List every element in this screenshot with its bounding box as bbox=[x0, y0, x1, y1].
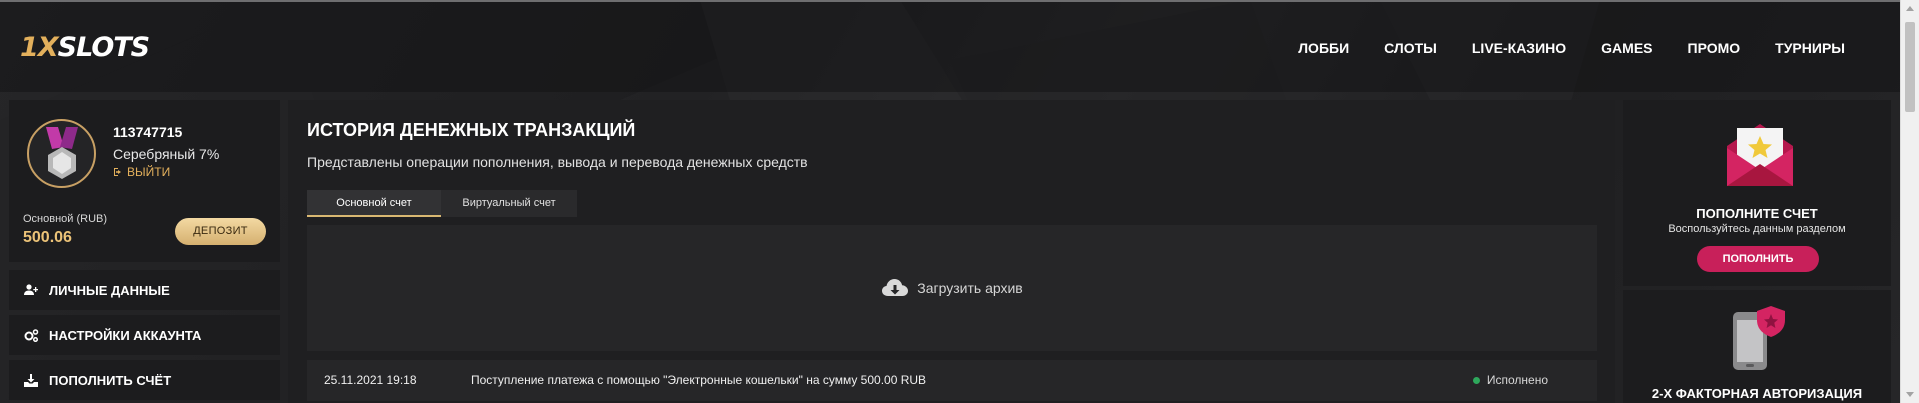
account-tabs: Основной счет Виртуальный счет bbox=[307, 190, 577, 217]
gears-icon bbox=[23, 328, 39, 342]
balance-label: Основной (RUB) bbox=[23, 213, 108, 225]
site-logo[interactable]: 1XSLOTS bbox=[20, 32, 151, 63]
page-title: ИСТОРИЯ ДЕНЕЖНЫХ ТРАНЗАКЦИЙ bbox=[307, 120, 636, 140]
avatar bbox=[27, 119, 96, 188]
logo-x: X bbox=[37, 32, 59, 63]
logo-slots: SLOTS bbox=[57, 32, 151, 63]
download-archive-button[interactable]: Загрузить архив bbox=[307, 225, 1597, 351]
nav-tournaments[interactable]: ТУРНИРЫ bbox=[1775, 40, 1845, 56]
account-sidebar: ЛИЧНЫЕ ДАННЫЕ НАСТРОЙКИ АККАУНТА ПОПОЛНИ… bbox=[9, 270, 280, 403]
user-plus-icon bbox=[23, 283, 39, 297]
phone-shield-icon bbox=[1733, 306, 1785, 370]
transaction-date: 25.11.2021 19:18 bbox=[324, 373, 417, 387]
scroll-down-arrow-icon[interactable] bbox=[1906, 392, 1914, 397]
logout-icon bbox=[114, 168, 121, 176]
deposit-button[interactable]: ДЕПОЗИТ bbox=[175, 218, 266, 245]
profile-card: 113747715 Серебряный 7% ВЫЙТИ Основной (… bbox=[9, 100, 280, 262]
sidebar-item-top-up[interactable]: ПОПОЛНИТЬ СЧЁТ bbox=[9, 360, 280, 400]
download-archive-label: Загрузить архив bbox=[917, 280, 1023, 296]
top-up-card-title: ПОПОЛНИТЕ СЧЕТ bbox=[1696, 206, 1818, 221]
user-id: 113747715 bbox=[113, 124, 183, 140]
nav-live-casino[interactable]: LIVE-КАЗИНО bbox=[1472, 40, 1566, 56]
top-up-promo-card: ПОПОЛНИТЕ СЧЕТ Воспользуйтесь данным раз… bbox=[1623, 100, 1891, 286]
transactions-panel: ИСТОРИЯ ДЕНЕЖНЫХ ТРАНЗАКЦИЙ Представлены… bbox=[288, 100, 1615, 403]
scrollbar-thumb[interactable] bbox=[1905, 22, 1915, 112]
two-factor-card: 2-Х ФАКТОРНАЯ АВТОРИЗАЦИЯ bbox=[1623, 290, 1891, 403]
silver-medal-icon bbox=[46, 127, 78, 179]
transaction-description: Поступление платежа с помощью "Электронн… bbox=[471, 373, 927, 387]
top-up-button[interactable]: ПОПОЛНИТЬ bbox=[1697, 246, 1819, 272]
top-header: 1XSLOTS ЛОББИ СЛОТЫ LIVE-КАЗИНО GAMES ПР… bbox=[0, 0, 1900, 92]
status-label: Исполнено bbox=[1486, 373, 1548, 387]
two-factor-card-title: 2-Х ФАКТОРНАЯ АВТОРИЗАЦИЯ bbox=[1651, 386, 1863, 401]
tab-virtual-account[interactable]: Виртуальный счет bbox=[441, 190, 577, 217]
page-subtitle: Представлены операции пополнения, вывода… bbox=[307, 154, 808, 170]
logo-one: 1 bbox=[20, 32, 39, 63]
cloud-download-icon bbox=[882, 279, 909, 296]
top-up-card-subtitle: Воспользуйтесь данным разделом bbox=[1668, 223, 1846, 235]
sidebar-item-label: ПОПОЛНИТЬ СЧЁТ bbox=[49, 372, 172, 388]
nav-slots[interactable]: СЛОТЫ bbox=[1384, 40, 1437, 56]
nav-promo[interactable]: ПРОМО bbox=[1688, 40, 1741, 56]
sidebar-item-label: ЛИЧНЫЕ ДАННЫЕ bbox=[49, 282, 170, 298]
sidebar-item-personal-data[interactable]: ЛИЧНЫЕ ДАННЫЕ bbox=[9, 270, 280, 310]
download-icon bbox=[23, 373, 39, 387]
logout-link[interactable]: ВЫЙТИ bbox=[113, 165, 170, 179]
logout-label: ВЫЙТИ bbox=[127, 165, 171, 179]
main-nav: ЛОББИ СЛОТЫ LIVE-КАЗИНО GAMES ПРОМО ТУРН… bbox=[1298, 40, 1845, 56]
status-badge: Исполнено bbox=[1472, 373, 1548, 387]
loyalty-level: Серебряный 7% bbox=[113, 146, 220, 162]
nav-lobby[interactable]: ЛОББИ bbox=[1298, 40, 1349, 56]
balance-value: 500.06 bbox=[23, 229, 72, 246]
sidebar-item-label: НАСТРОЙКИ АККАУНТА bbox=[49, 327, 202, 343]
right-sidebar: ПОПОЛНИТЕ СЧЕТ Воспользуйтесь данным раз… bbox=[1623, 100, 1891, 403]
nav-games[interactable]: GAMES bbox=[1601, 40, 1652, 56]
table-row: 25.11.2021 19:18 Поступление платежа с п… bbox=[307, 360, 1597, 401]
status-dot-icon bbox=[1472, 376, 1480, 384]
scroll-up-arrow-icon[interactable] bbox=[1906, 6, 1914, 11]
sidebar-item-account-settings[interactable]: НАСТРОЙКИ АККАУНТА bbox=[9, 315, 280, 355]
page-scrollbar[interactable] bbox=[1900, 0, 1919, 403]
envelope-star-icon bbox=[1727, 124, 1793, 186]
tab-main-account[interactable]: Основной счет bbox=[307, 190, 441, 217]
